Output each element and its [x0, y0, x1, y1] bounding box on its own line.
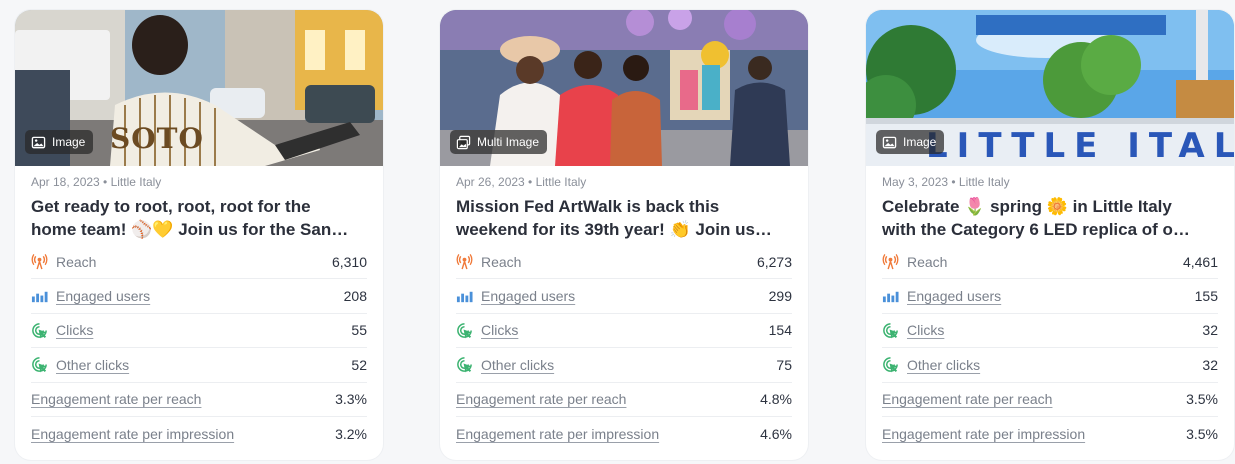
other-clicks-link[interactable]: Other clicks [481, 357, 554, 373]
stat-engagement-rate-impression: Engagement rate per impression 3.2% [31, 417, 367, 451]
engagement-rate-reach-link[interactable]: Engagement rate per reach [31, 391, 201, 407]
stat-label: Reach [481, 253, 522, 270]
cursor-click-icon [31, 322, 48, 339]
stat-engagement-rate-reach: Engagement rate per reach 4.8% [456, 383, 792, 417]
jersey-name: SOTO [110, 122, 204, 155]
post-title-line: Celebrate 🌷 spring 🌼 in Little Italy [882, 197, 1172, 216]
engagement-rate-impression-link[interactable]: Engagement rate per impression [882, 426, 1085, 442]
stat-engaged-users: Engaged users 208 [31, 279, 367, 314]
clicks-link[interactable]: Clicks [56, 322, 93, 338]
stat-value: 32 [1202, 356, 1218, 373]
cursor-click-icon [882, 356, 899, 373]
image-icon [31, 135, 46, 150]
stat-label: Reach [907, 253, 948, 270]
post-title-line: home team! ⚾💛 Join us for the San… [31, 220, 349, 239]
stat-clicks: Clicks 154 [456, 314, 792, 349]
bar-chart-icon [31, 288, 48, 305]
stat-label: Reach [56, 253, 97, 270]
broadcast-icon [882, 253, 899, 270]
engaged-users-link[interactable]: Engaged users [907, 288, 1001, 304]
stat-value: 32 [1202, 322, 1218, 339]
post-card[interactable]: LITTLE ITALY Image May 3, 2023 • Little … [866, 10, 1234, 460]
post-image[interactable]: SOTO Image [15, 10, 383, 166]
stat-value: 6,273 [756, 253, 792, 270]
stat-value: 4.6% [760, 426, 792, 443]
cursor-click-icon [31, 356, 48, 373]
broadcast-icon [456, 253, 473, 270]
post-card[interactable]: Multi Image Apr 26, 2023 • Little Italy … [440, 10, 808, 460]
post-title-line: Mission Fed ArtWalk is back this [456, 197, 720, 216]
post-image[interactable]: Multi Image [440, 10, 808, 166]
bar-chart-icon [882, 288, 899, 305]
post-title[interactable]: Celebrate 🌷 spring 🌼 in Little Italy wit… [882, 195, 1218, 241]
stat-value: 55 [351, 322, 367, 339]
broadcast-icon [31, 253, 48, 270]
post-stats: Reach 6,273 Engaged users 299 Clicks 154… [456, 245, 792, 451]
stat-other-clicks: Other clicks 52 [31, 348, 367, 383]
post-title[interactable]: Mission Fed ArtWalk is back this weekend… [456, 195, 792, 241]
stat-engaged-users: Engaged users 299 [456, 279, 792, 314]
post-title-line: Get ready to root, root, root for the [31, 197, 311, 216]
stat-engagement-rate-reach: Engagement rate per reach 3.5% [882, 383, 1218, 417]
stat-value: 6,310 [331, 253, 367, 270]
stat-other-clicks: Other clicks 75 [456, 348, 792, 383]
post-image[interactable]: LITTLE ITALY Image [866, 10, 1234, 166]
stat-engagement-rate-reach: Engagement rate per reach 3.3% [31, 383, 367, 417]
media-type-badge: Multi Image [450, 130, 548, 154]
post-cards-grid: SOTO Image Apr 18, 2023 • Little Italy G… [0, 0, 1235, 464]
stat-clicks: Clicks 55 [31, 314, 367, 349]
stat-reach: Reach 4,461 [882, 245, 1218, 280]
stat-reach: Reach 6,273 [456, 245, 792, 280]
post-stats: Reach 4,461 Engaged users 155 Clicks 32 … [882, 245, 1218, 451]
stat-value: 3.5% [1186, 391, 1218, 408]
stat-engagement-rate-impression: Engagement rate per impression 4.6% [456, 417, 792, 451]
post-meta: May 3, 2023 • Little Italy [882, 175, 1010, 189]
media-type-badge: Image [876, 130, 945, 154]
engagement-rate-reach-link[interactable]: Engagement rate per reach [882, 391, 1052, 407]
media-type-label: Image [52, 135, 86, 149]
stat-engagement-rate-impression: Engagement rate per impression 3.5% [882, 417, 1218, 451]
post-card[interactable]: SOTO Image Apr 18, 2023 • Little Italy G… [15, 10, 383, 460]
other-clicks-link[interactable]: Other clicks [56, 357, 129, 373]
stat-value: 3.3% [335, 391, 367, 408]
stat-value: 4.8% [760, 391, 792, 408]
post-title-line: weekend for its 39th year! 👏 Join us… [456, 220, 772, 239]
sign-text: LITTLE ITALY [926, 126, 1234, 166]
engagement-rate-reach-link[interactable]: Engagement rate per reach [456, 391, 626, 407]
post-meta: Apr 26, 2023 • Little Italy [456, 175, 587, 189]
stat-value: 3.2% [335, 426, 367, 443]
stat-value: 299 [768, 288, 792, 305]
media-type-label: Image [903, 135, 937, 149]
bar-chart-icon [456, 288, 473, 305]
engagement-rate-impression-link[interactable]: Engagement rate per impression [456, 426, 659, 442]
multi-image-icon [456, 135, 471, 150]
clicks-link[interactable]: Clicks [907, 322, 944, 338]
stat-reach: Reach 6,310 [31, 245, 367, 280]
media-type-badge: Image [25, 130, 94, 154]
engaged-users-link[interactable]: Engaged users [56, 288, 150, 304]
cursor-click-icon [456, 322, 473, 339]
post-title[interactable]: Get ready to root, root, root for the ho… [31, 195, 367, 241]
cursor-click-icon [882, 322, 899, 339]
post-title-line: with the Category 6 LED replica of o… [882, 220, 1190, 239]
stat-value: 75 [776, 356, 792, 373]
stat-engaged-users: Engaged users 155 [882, 279, 1218, 314]
stat-clicks: Clicks 32 [882, 314, 1218, 349]
engagement-rate-impression-link[interactable]: Engagement rate per impression [31, 426, 234, 442]
stat-value: 155 [1194, 288, 1218, 305]
stat-value: 208 [343, 288, 367, 305]
other-clicks-link[interactable]: Other clicks [907, 357, 980, 373]
cursor-click-icon [456, 356, 473, 373]
clicks-link[interactable]: Clicks [481, 322, 518, 338]
image-icon [882, 135, 897, 150]
engaged-users-link[interactable]: Engaged users [481, 288, 575, 304]
stat-value: 4,461 [1182, 253, 1218, 270]
post-stats: Reach 6,310 Engaged users 208 Clicks 55 … [31, 245, 367, 451]
stat-value: 52 [351, 356, 367, 373]
stat-other-clicks: Other clicks 32 [882, 348, 1218, 383]
stat-value: 154 [768, 322, 792, 339]
post-meta: Apr 18, 2023 • Little Italy [31, 175, 162, 189]
stat-value: 3.5% [1186, 426, 1218, 443]
media-type-label: Multi Image [477, 135, 540, 149]
